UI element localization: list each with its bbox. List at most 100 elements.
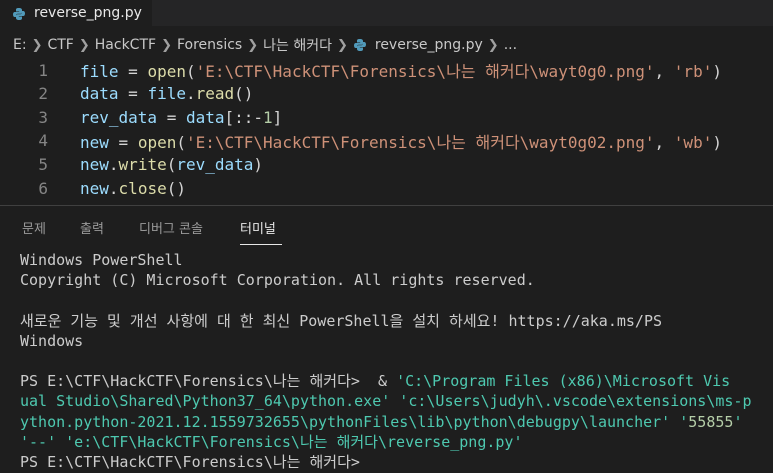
terminal-text: ' [733,412,743,431]
code-token: ) [712,132,722,152]
tab-debug-console[interactable]: 디버그 콘솔 [139,218,203,237]
terminal-text: & [378,372,397,391]
terminal-line: 새로운 기능 및 개선 사항에 대 한 최신 PowerShell을 설치 하세… [20,311,770,331]
terminal-line: ual Studio\Shared\Python37_64\python.exe… [20,391,770,411]
code-token: ( [166,154,177,174]
terminal-line: Copyright (C) Microsoft Corporation. All… [20,270,770,290]
chevron-right-icon: ❯ [247,37,259,53]
code-token: () [166,178,186,198]
code-token: rev_data [176,154,254,174]
terminal-text: '--' 'e:\CTF\HackCTF\Forensics\나는 해커다\re… [20,432,523,451]
code-line[interactable]: 5 new.write(rev_data) [0,152,773,176]
breadcrumb-item-folder[interactable]: 나는 해커다 [263,35,332,55]
code-line[interactable]: 3 rev_data = data[::-1] [0,105,773,129]
terminal-text: Copyright (C) Microsoft Corporation. All… [20,271,535,290]
breadcrumb-item-file[interactable]: reverse_png.py [375,37,483,53]
chevron-right-icon: ❯ [78,37,90,53]
line-number: 2 [38,84,48,104]
code-token: ) [253,154,264,174]
code-token: . [185,84,196,104]
chevron-right-icon: ❯ [31,37,43,53]
code-token: file [147,84,186,104]
terminal-text: ual Studio\Shared\Python37_64\python.exe… [20,392,752,411]
terminal-text: PS E:\CTF\HackCTF\Forensics\나는 해커다> [20,452,360,471]
code-token: open [147,62,186,81]
code-token: file [80,62,119,81]
terminal-text: 새로운 기능 및 개선 사항에 대 한 최신 PowerShell을 설치 하세… [20,311,663,330]
code-token: new [80,178,109,198]
code-line[interactable]: 2 data = file.read() [0,82,773,106]
code-editor[interactable]: 1 file = open('E:\CTF\HackCTF\Forensics\나… [0,58,773,204]
code-line[interactable]: 4 new = open('E:\CTF\HackCTF\Forensics\나는… [0,129,773,153]
code-text[interactable]: new.write(rev_data) [80,155,263,174]
code-token: () [234,84,254,104]
code-token: . [108,154,119,174]
code-token: , [654,132,674,152]
terminal-text: Windows PowerShell [20,251,183,269]
code-token: ] [272,107,283,127]
code-token: data [80,84,119,104]
code-token: open [137,132,177,152]
code-line[interactable]: 1 file = open('E:\CTF\HackCTF\Forensics\나… [0,58,773,82]
chevron-right-icon: ❯ [487,37,499,53]
breadcrumb-item-hackctf[interactable]: HackCTF [95,37,156,53]
code-token: close [118,178,167,198]
breadcrumb-item-symbols[interactable]: ... [504,37,517,53]
panel-tab-bar: 문제 출력 디버그 콘솔 터미널 [0,206,773,245]
code-token: new [80,132,109,152]
code-token: 'rb' [673,62,713,81]
code-token: 'E:\CTF\HackCTF\Forensics\나는 해커다\wayt0g0… [185,132,655,152]
chevron-right-icon: ❯ [336,37,348,53]
code-token: = [108,132,138,152]
tab-reverse-png[interactable]: reverse_png.py [0,0,152,26]
code-token: ) [712,62,722,81]
terminal-text: Windows [20,331,84,350]
active-tab-indicator [240,244,282,245]
terminal-line: ython.python-2021.12.1559732655\pythonFi… [20,412,770,432]
code-token: data [185,107,225,127]
terminal-text: PS E:\CTF\HackCTF\Forensics\나는 해커다> [20,372,378,391]
code-token: rev_data [80,107,158,127]
code-token: = [118,62,148,81]
python-file-icon [12,6,26,20]
breadcrumb-item-drive[interactable]: E: [13,37,27,53]
tab-output[interactable]: 출력 [80,218,104,237]
line-number: 3 [38,107,48,127]
line-number: 6 [38,178,48,198]
line-number: 4 [38,131,48,151]
code-token: [::- [224,107,264,127]
breadcrumb: E: ❯ CTF ❯ HackCTF ❯ Forensics ❯ 나는 해커다 … [0,34,773,56]
tab-problems[interactable]: 문제 [22,218,46,237]
code-token: 'wb' [673,132,713,152]
code-token: ( [176,132,186,152]
code-token: ( [185,62,196,81]
code-token: . [108,178,119,198]
terminal-line: '--' 'e:\CTF\HackCTF\Forensics\나는 해커다\re… [20,432,770,452]
python-file-icon [353,38,367,52]
code-token: , [654,62,674,81]
code-text[interactable]: new = open('E:\CTF\HackCTF\Forensics\나는 … [80,129,722,153]
breadcrumb-item-forensics[interactable]: Forensics [177,37,242,53]
code-token: = [157,107,186,127]
code-token: read [195,84,235,104]
breadcrumb-item-ctf[interactable]: CTF [47,37,73,53]
terminal-output[interactable]: Windows PowerShell Copyright (C) Microsof… [20,250,770,472]
terminal-text: 55855 [688,412,734,431]
code-text[interactable]: file = open('E:\CTF\HackCTF\Forensics\나는… [80,58,722,82]
code-text[interactable]: rev_data = data[::-1] [80,108,282,127]
terminal-line: PS E:\CTF\HackCTF\Forensics\나는 해커다> & 'C… [20,371,770,391]
chevron-right-icon: ❯ [161,37,172,53]
terminal-text: ython.python-2021.12.1559732655\pythonFi… [20,412,689,431]
code-text[interactable]: new.close() [80,179,186,198]
code-text[interactable]: data = file.read() [80,84,253,103]
code-token: 'E:\CTF\HackCTF\Forensics\나는 해커다\wayt0g0… [195,62,655,81]
terminal-line: Windows [20,331,770,351]
tab-terminal[interactable]: 터미널 [240,218,276,237]
editor-tab-bar: reverse_png.py [0,0,773,26]
line-number: 1 [38,60,48,80]
code-line[interactable]: 6 new.close() [0,176,773,200]
terminal-line: PS E:\CTF\HackCTF\Forensics\나는 해커다> [20,452,770,472]
line-number: 5 [38,154,48,174]
